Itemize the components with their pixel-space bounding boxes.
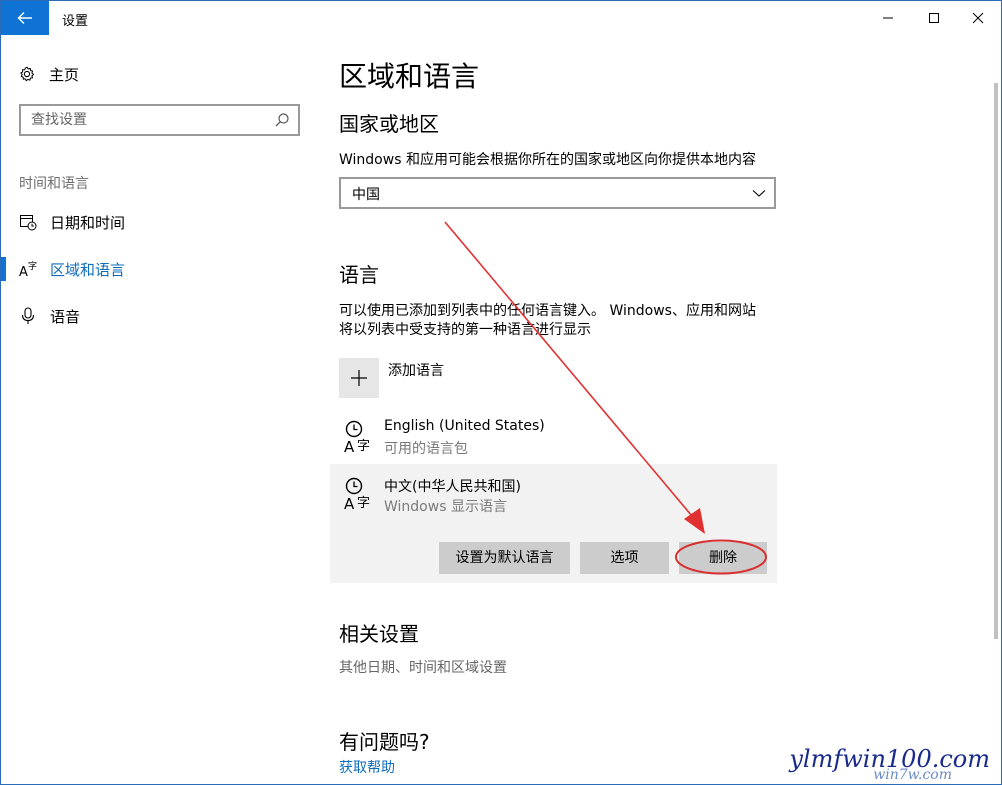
calendar-clock-icon	[19, 212, 37, 232]
search-icon[interactable]	[274, 112, 290, 128]
language-pack-icon: A 字	[344, 477, 370, 512]
language-status: Windows 显示语言	[384, 499, 507, 515]
region-language-icon: A 字	[19, 259, 37, 279]
add-tile	[339, 358, 379, 398]
scrollbar[interactable]	[994, 83, 998, 639]
language-name: English (United States)	[384, 418, 545, 434]
language-item-english[interactable]: A 字 English (United States) 可用的语言包	[339, 415, 777, 463]
back-button[interactable]	[1, 1, 49, 35]
active-indicator	[1, 257, 6, 281]
set-default-language-button[interactable]: 设置为默认语言	[439, 542, 570, 574]
sidebar-item-label: 语音	[50, 308, 81, 326]
language-options-button[interactable]: 选项	[580, 542, 669, 574]
back-arrow-icon	[17, 12, 32, 24]
add-language-label: 添加语言	[388, 363, 444, 379]
country-heading: 国家或地区	[339, 112, 439, 136]
language-heading: 语言	[339, 263, 379, 287]
svg-text:字: 字	[357, 496, 370, 511]
language-name: 中文(中华人民共和国)	[384, 479, 521, 495]
main-content: 区域和语言 国家或地区 Windows 和应用可能会根据你所在的国家或地区向你提…	[330, 1, 979, 784]
settings-window: 设置 主页 时间和语言	[0, 0, 1002, 785]
nav-section-title: 时间和语言	[19, 176, 89, 192]
microphone-icon	[19, 306, 37, 326]
country-dropdown[interactable]: 中国	[339, 177, 776, 209]
chevron-down-icon	[752, 190, 766, 197]
country-description: Windows 和应用可能会根据你所在的国家或地区向你提供本地内容	[339, 152, 756, 168]
plus-icon	[351, 370, 367, 386]
get-help-link[interactable]: 获取帮助	[339, 757, 395, 777]
country-selected-value: 中国	[352, 187, 380, 203]
search-input[interactable]	[21, 106, 261, 134]
svg-text:A: A	[19, 265, 28, 278]
page-title: 区域和语言	[339, 60, 480, 93]
nav-home[interactable]: 主页	[19, 63, 79, 85]
additional-date-time-region-link[interactable]: 其他日期、时间和区域设置	[339, 657, 507, 677]
sidebar-item-label: 区域和语言	[50, 261, 126, 279]
gear-icon	[20, 66, 35, 82]
language-status: 可用的语言包	[384, 441, 468, 457]
language-description-line2: 将以列表中受支持的第一种语言进行显示	[339, 322, 591, 338]
language-pack-icon: A 字	[344, 420, 370, 455]
language-description-line1: 可以使用已添加到列表中的任何语言键入。 Windows、应用和网站	[339, 303, 756, 319]
watermark-sub: win7w.com	[873, 767, 952, 783]
svg-text:A: A	[344, 438, 355, 455]
svg-text:字: 字	[28, 260, 37, 272]
add-language-button[interactable]: 添加语言	[339, 358, 639, 398]
help-heading: 有问题吗?	[339, 730, 430, 754]
svg-text:A: A	[344, 495, 355, 512]
sidebar-item-region-language[interactable]: A 字 区域和语言	[1, 249, 319, 289]
language-item-chinese-selected[interactable]: A 字 中文(中华人民共和国) Windows 显示语言 设置为默认语言 选项 …	[330, 464, 777, 583]
nav-home-label: 主页	[49, 65, 80, 84]
related-settings-heading: 相关设置	[339, 622, 419, 646]
svg-text:字: 字	[357, 439, 370, 454]
search-box	[19, 104, 300, 136]
sidebar-item-label: 日期和时间	[50, 214, 126, 232]
window-title: 设置	[62, 14, 89, 29]
sidebar-item-date-time[interactable]: 日期和时间	[1, 202, 319, 242]
remove-language-button[interactable]: 删除	[679, 542, 767, 574]
sidebar-item-speech[interactable]: 语音	[1, 296, 319, 336]
